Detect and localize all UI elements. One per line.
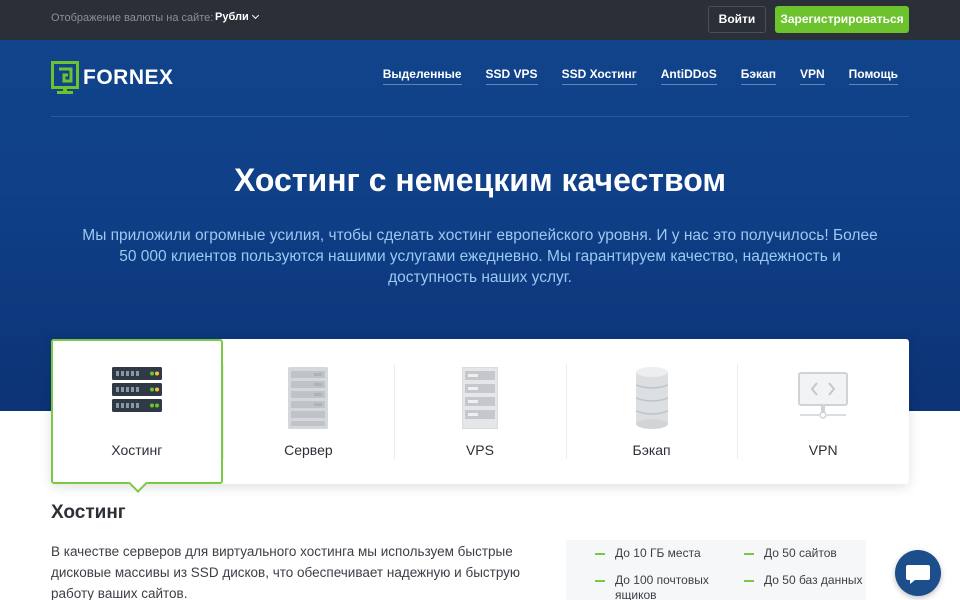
tab-vps-label: VPS bbox=[465, 442, 494, 458]
tab-vpn[interactable]: VPN bbox=[737, 339, 909, 484]
feature-item: До 100 почтовых ящиков bbox=[595, 573, 725, 600]
currency-value: Рубли bbox=[215, 11, 249, 23]
dash-icon bbox=[595, 580, 605, 582]
section-title: Хостинг bbox=[51, 502, 126, 523]
tab-vps[interactable]: VPS bbox=[394, 339, 566, 484]
chevron-down-icon bbox=[251, 11, 259, 20]
logo-text: FORNEX bbox=[83, 66, 174, 89]
logo[interactable]: FORNEX bbox=[51, 61, 174, 95]
nav-item-ssd-vps[interactable]: SSD VPS bbox=[485, 67, 538, 85]
server-stack-icon bbox=[111, 367, 162, 412]
tab-server-label: Сервер bbox=[284, 442, 333, 458]
chat-button[interactable] bbox=[895, 550, 941, 596]
service-tabs: Хостинг Сервер VPS Бэкап VPN bbox=[51, 339, 909, 484]
hero-lead: Мы приложили огромные усилия, чтобы сдел… bbox=[82, 227, 878, 286]
feature-text: До 10 ГБ места bbox=[615, 546, 701, 560]
feature-item: До 50 сайтов bbox=[744, 546, 837, 561]
tab-hosting-label: Хостинг bbox=[111, 442, 163, 458]
section-text: В качестве серверов для виртуального хос… bbox=[51, 544, 521, 600]
dash-icon bbox=[744, 553, 754, 555]
database-icon bbox=[635, 367, 668, 429]
top-bar: Отображение валюты на сайте: Рубли Войти… bbox=[0, 0, 960, 40]
main-nav: Выделенные SSD VPS SSD Хостинг AntiDDoS … bbox=[359, 67, 898, 85]
nav-item-ssd-hosting[interactable]: SSD Хостинг bbox=[561, 67, 637, 85]
tab-hosting[interactable]: Хостинг bbox=[51, 339, 223, 484]
tab-backup-label: Бэкап bbox=[632, 442, 671, 458]
server-tower-icon bbox=[288, 367, 329, 429]
monitor-code-icon bbox=[798, 372, 849, 419]
vps-rack-icon bbox=[461, 367, 498, 429]
nav-item-backup[interactable]: Бэкап bbox=[740, 67, 776, 85]
currency-select[interactable]: Рубли bbox=[215, 11, 259, 23]
tab-vpn-label: VPN bbox=[808, 442, 838, 458]
currency-label: Отображение валюты на сайте: bbox=[51, 12, 214, 24]
feature-text: До 50 сайтов bbox=[764, 546, 837, 560]
feature-item: До 50 баз данных bbox=[744, 573, 863, 588]
dash-icon bbox=[595, 553, 605, 555]
hero-divider bbox=[51, 116, 909, 117]
nav-item-help[interactable]: Помощь bbox=[848, 67, 898, 85]
chat-bubble-icon bbox=[906, 565, 930, 584]
tab-server[interactable]: Сервер bbox=[222, 339, 395, 484]
feature-item: До 10 ГБ места bbox=[595, 546, 701, 561]
nav-item-vpn[interactable]: VPN bbox=[799, 67, 825, 85]
fornex-logo-icon bbox=[51, 61, 79, 94]
login-button[interactable]: Войти bbox=[708, 6, 766, 33]
nav-item-antiddos[interactable]: AntiDDoS bbox=[660, 67, 717, 85]
hero-title: Хостинг с немецким качеством bbox=[234, 162, 726, 198]
nav-item-dedicated[interactable]: Выделенные bbox=[382, 67, 462, 85]
tab-backup[interactable]: Бэкап bbox=[565, 339, 738, 484]
dash-icon bbox=[744, 580, 754, 582]
register-button[interactable]: Зарегистрироваться bbox=[775, 6, 909, 33]
features-box: До 10 ГБ места До 50 сайтов До 100 почто… bbox=[566, 540, 866, 600]
feature-text: До 100 почтовых ящиков bbox=[615, 573, 709, 600]
feature-text: До 50 баз данных bbox=[764, 573, 863, 587]
